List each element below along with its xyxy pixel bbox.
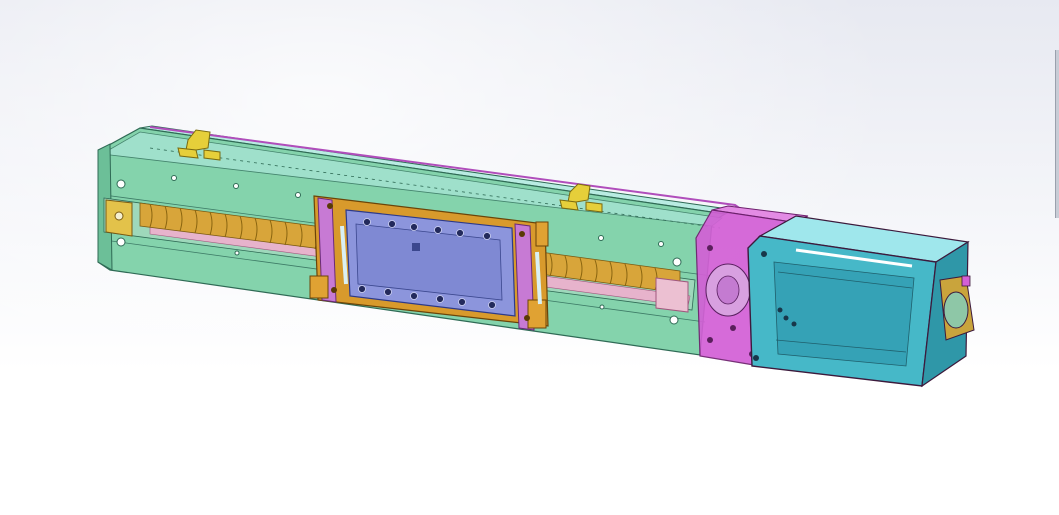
coupling-core [716, 275, 740, 305]
cad-viewport[interactable] [0, 0, 1059, 515]
carriage-center-slot [412, 243, 420, 251]
left-bearing-bolt [114, 211, 124, 221]
motor-connector [961, 275, 971, 287]
servo-motor[interactable] [747, 215, 975, 388]
right-end-plate [655, 277, 689, 313]
linear-actuator-model[interactable] [0, 0, 1059, 515]
motor-encoder [943, 291, 969, 329]
vertical-scrollbar-edge[interactable] [1055, 50, 1059, 218]
